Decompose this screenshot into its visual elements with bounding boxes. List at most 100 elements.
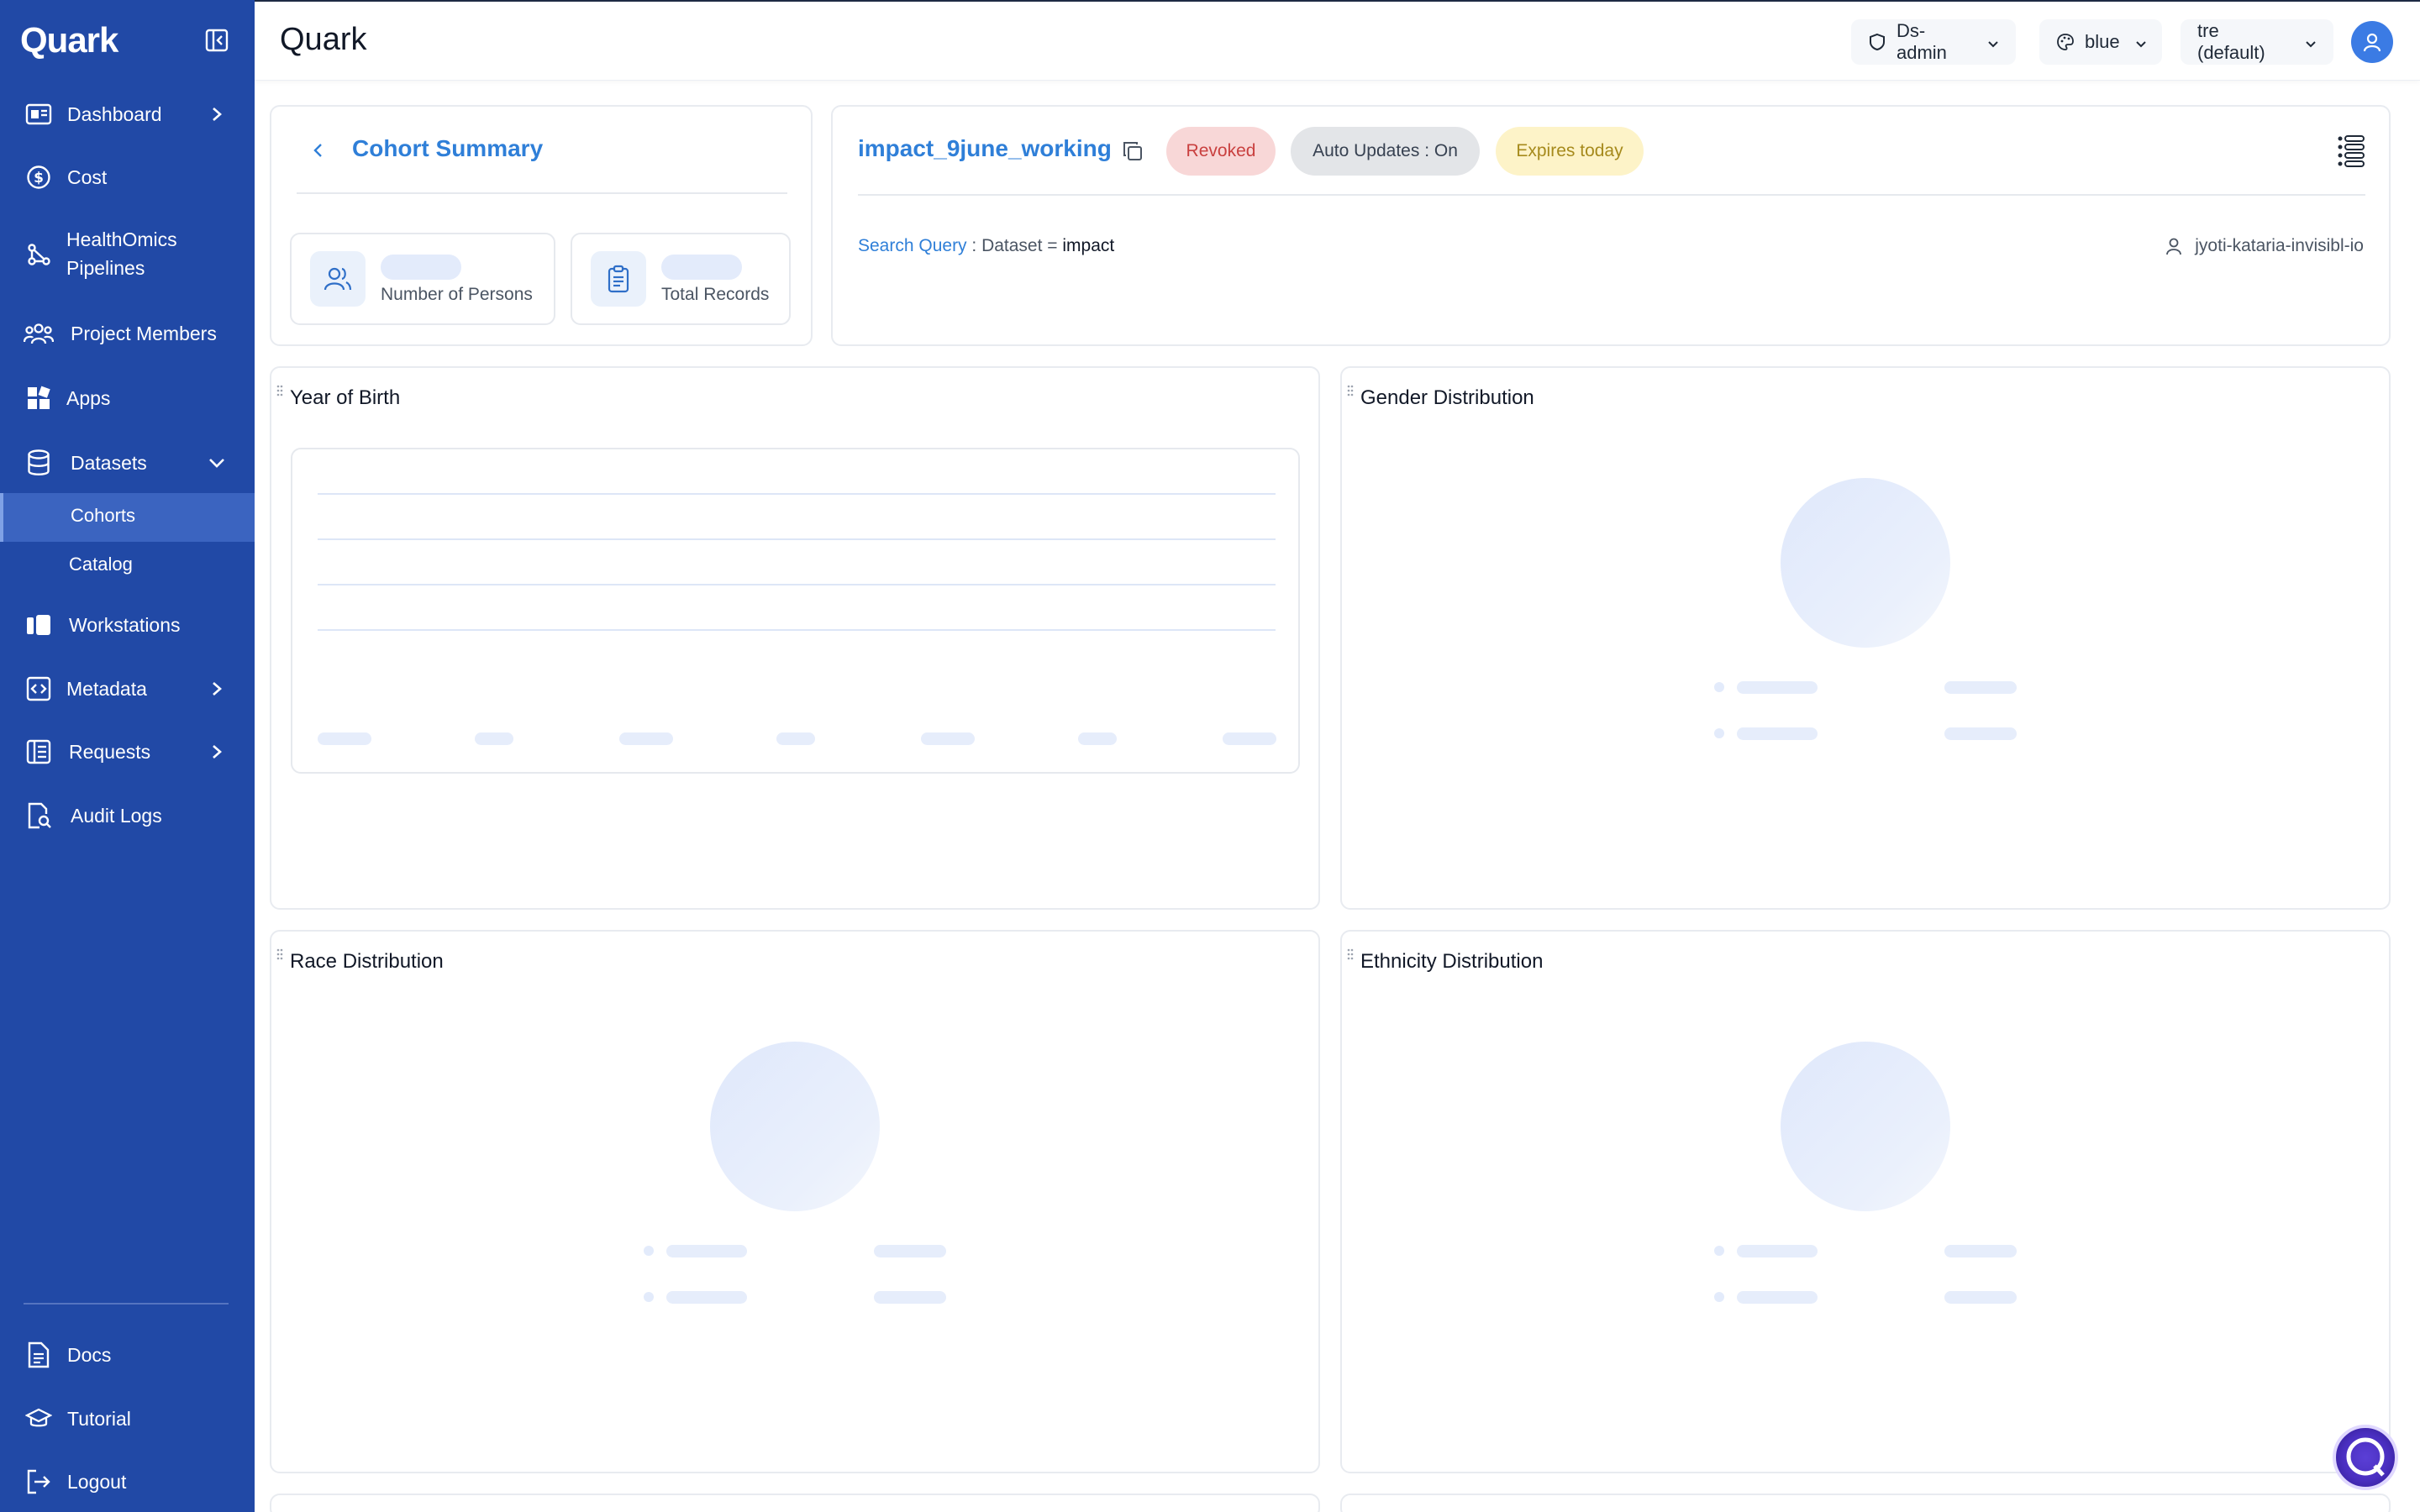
chart-loading-skeleton [291, 448, 1300, 774]
sidebar-item-tutorial[interactable]: Tutorial [0, 1404, 255, 1434]
palette-icon [2056, 33, 2075, 51]
page-title: Quark [280, 22, 367, 57]
expires-badge: Expires today [1496, 127, 1644, 176]
sidebar-item-docs[interactable]: Docs [0, 1340, 255, 1370]
skeleton-tick [318, 732, 371, 745]
sidebar-item-label: Workstations [69, 614, 181, 636]
user-icon [2165, 237, 2183, 255]
divider [858, 194, 2365, 196]
sidebar-divider [24, 1303, 229, 1305]
stat-value-placeholder [661, 255, 742, 280]
role-select[interactable]: Ds-admin [1851, 19, 2016, 65]
sidebar-item-healthomics-pipelines[interactable]: HealthOmics Pipelines [0, 225, 255, 284]
chevron-right-icon [205, 677, 229, 701]
sidebar-item-label: Logout [67, 1471, 127, 1493]
legend-dot-skeleton [1714, 1246, 1724, 1256]
chat-assistant-button[interactable] [2333, 1425, 2398, 1490]
audit-icon [24, 801, 54, 831]
stat-label: Number of Persons [381, 285, 533, 304]
theme-select[interactable]: blue [2039, 19, 2162, 65]
chevron-right-icon [205, 102, 229, 126]
collapse-sidebar-icon[interactable] [205, 29, 229, 52]
stat-total-records: Total Records [571, 233, 791, 325]
copy-icon[interactable] [1122, 140, 1144, 162]
sidebar-item-label: Cost [67, 166, 108, 188]
drag-handle-icon[interactable] [276, 385, 283, 398]
skeleton-gridline [318, 629, 1276, 631]
sidebar-item-requests[interactable]: Requests [0, 737, 255, 767]
dashboard-icon [24, 99, 54, 129]
legend-label-skeleton [1737, 1245, 1818, 1257]
members-icon [24, 318, 54, 349]
cohort-summary-card: Cohort Summary Number of Persons Total R… [270, 105, 813, 346]
sidebar-subitem-cohorts[interactable]: Cohorts [0, 493, 255, 542]
sidebar-item-apps[interactable]: Apps [0, 383, 255, 413]
legend-dot-skeleton [1714, 1292, 1724, 1302]
list-menu-icon[interactable] [2335, 134, 2367, 169]
user-avatar[interactable] [2351, 21, 2393, 63]
sidebar-item-label: Apps [66, 387, 111, 409]
sidebar-item-label: Requests [69, 741, 151, 763]
sidebar-item-audit-logs[interactable]: Audit Logs [0, 801, 255, 831]
legend-value-skeleton [1944, 1245, 2017, 1257]
cohort-summary-title: Cohort Summary [352, 135, 544, 161]
shield-icon [1868, 33, 1886, 51]
legend-label-skeleton [666, 1245, 747, 1257]
owner-name: jyoti-kataria-invisibl-io [2195, 236, 2364, 255]
sidebar-item-label: Metadata [66, 678, 147, 700]
apps-icon [24, 383, 54, 413]
skeleton-gridline [318, 584, 1276, 585]
sidebar-item-dashboard[interactable]: Dashboard [0, 99, 255, 129]
users-icon [310, 251, 366, 307]
sidebar-item-label: Project Members [71, 323, 217, 344]
sidebar-item-cost[interactable]: $ Cost [0, 162, 255, 192]
role-value: Ds-admin [1897, 20, 1947, 63]
drag-handle-icon[interactable] [1347, 948, 1354, 962]
sidebar-item-logout[interactable]: Logout [0, 1467, 255, 1497]
search-query: Search Query : Dataset = impact [858, 236, 1114, 256]
sidebar-item-datasets[interactable]: Datasets [0, 448, 255, 478]
skeleton-tick [1223, 732, 1276, 745]
skeleton-gridline [318, 493, 1276, 495]
sidebar-item-workstations[interactable]: Workstations [0, 610, 255, 640]
chat-q-icon [2346, 1437, 2385, 1477]
sidebar-item-label: Datasets [71, 452, 147, 474]
workstation-icon [24, 610, 54, 640]
stat-number-of-persons: Number of Persons [290, 233, 555, 325]
top-header: Quark Ds-admin blue tre (default) [255, 0, 2420, 81]
pie-loading-skeleton [710, 1042, 880, 1211]
legend-label-skeleton [1737, 681, 1818, 694]
workspace-select[interactable]: tre (default) [2181, 19, 2333, 65]
stat-value-placeholder [381, 255, 461, 280]
svg-text:$: $ [34, 170, 44, 186]
sidebar-subitem-label: Cohorts [71, 505, 136, 526]
sidebar-item-label: Tutorial [67, 1408, 131, 1430]
next-panel-edge [270, 1494, 1320, 1512]
sidebar-item-label: Docs [67, 1344, 112, 1366]
legend-value-skeleton [1944, 727, 2017, 740]
drag-handle-icon[interactable] [1347, 385, 1354, 398]
legend-label-skeleton [666, 1291, 747, 1304]
sidebar-subitem-catalog[interactable]: Catalog [0, 542, 255, 591]
sidebar-item-project-members[interactable]: Project Members [0, 318, 255, 349]
skeleton-gridline [318, 538, 1276, 540]
sidebar-item-metadata[interactable]: Metadata [0, 674, 255, 704]
skeleton-tick [475, 732, 513, 745]
search-query-field: Dataset = [981, 236, 1063, 255]
sidebar-header: Quark [0, 0, 255, 81]
year-of-birth-panel: Year of Birth [270, 366, 1320, 910]
app-logo[interactable]: Quark [20, 20, 118, 60]
back-arrow-icon[interactable] [308, 140, 329, 160]
graduation-cap-icon [24, 1404, 54, 1434]
gender-distribution-panel: Gender Distribution [1340, 366, 2391, 910]
chevron-down-icon [1986, 34, 2001, 50]
drag-handle-icon[interactable] [276, 948, 283, 962]
pie-loading-skeleton [1781, 478, 1950, 648]
legend-dot-skeleton [644, 1292, 654, 1302]
legend-value-skeleton [874, 1291, 946, 1304]
stat-label: Total Records [661, 285, 770, 304]
skeleton-tick [776, 732, 815, 745]
legend-label-skeleton [1737, 1291, 1818, 1304]
cohort-detail-card: impact_9june_working Revoked Auto Update… [831, 105, 2391, 346]
label-line-2: Pipelines [66, 257, 145, 279]
